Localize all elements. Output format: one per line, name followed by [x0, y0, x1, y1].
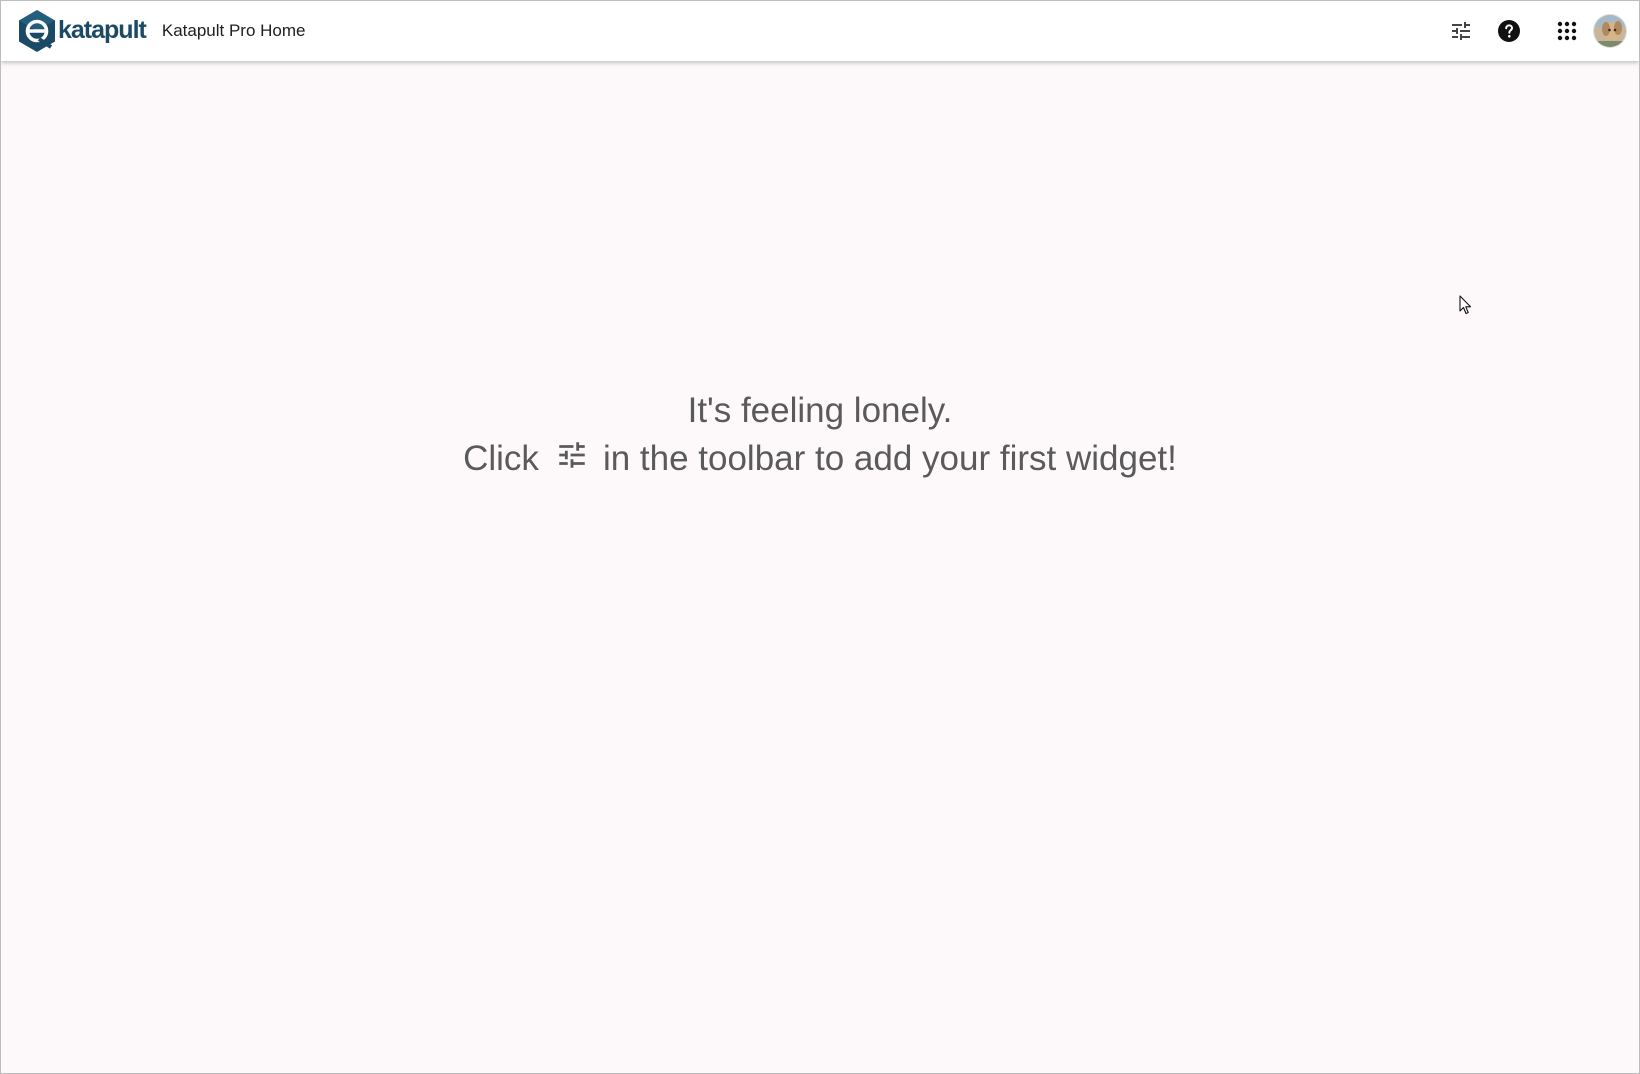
app-window: katapult Katapult Pro Home It's feeling … — [0, 0, 1640, 1074]
top-toolbar: katapult Katapult Pro Home — [1, 1, 1639, 61]
help-icon — [1498, 20, 1520, 42]
empty-dashboard-message: It's feeling lonely. Click in the toolba… — [1, 387, 1639, 483]
tune-icon — [1452, 22, 1470, 40]
empty-state-instructions: Click in the toolbar to add your first w… — [463, 435, 1177, 483]
page-title: Katapult Pro Home — [161, 21, 306, 40]
help-button[interactable] — [1485, 7, 1533, 55]
brand-home-link[interactable]: katapult — [17, 9, 147, 53]
user-avatar-button[interactable] — [1593, 14, 1627, 48]
user-avatar — [1594, 15, 1626, 47]
tune-icon — [559, 442, 585, 468]
empty-state-headline: It's feeling lonely. — [687, 391, 953, 430]
logo-wordmark: katapult — [58, 15, 147, 44]
apps-menu-button[interactable] — [1543, 7, 1591, 55]
customize-widgets-button[interactable] — [1437, 7, 1485, 55]
empty-state-click-label: Click — [463, 439, 539, 478]
empty-state-instruction-text: in the toolbar to add your first widget! — [602, 439, 1177, 478]
katapult-logo-icon — [19, 10, 55, 52]
apps-grid-icon — [1557, 21, 1577, 41]
mouse-pointer-icon — [1459, 295, 1472, 315]
